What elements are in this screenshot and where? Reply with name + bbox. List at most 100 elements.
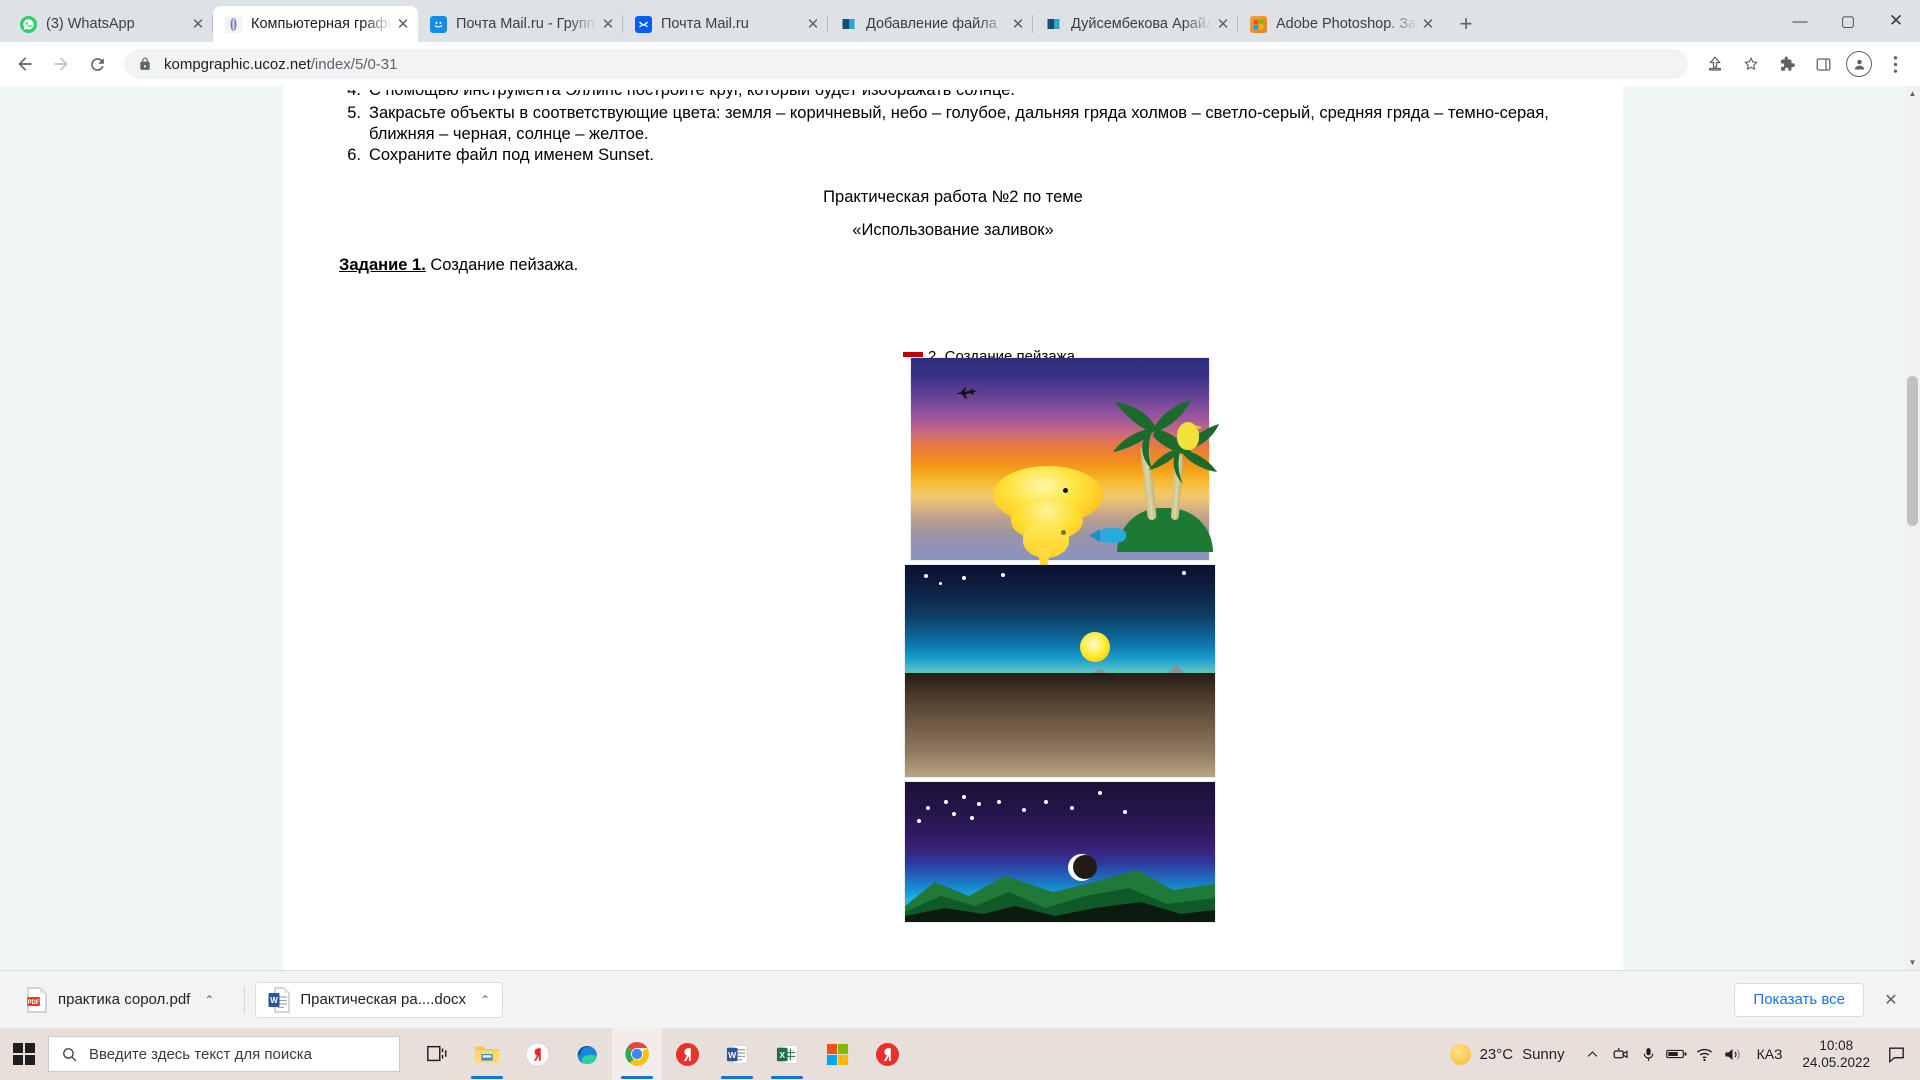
scrollbar-thumb[interactable] xyxy=(1907,376,1918,526)
share-icon[interactable] xyxy=(1698,47,1732,81)
side-panel-icon[interactable] xyxy=(1806,47,1840,81)
file-explorer-icon[interactable] xyxy=(462,1028,512,1080)
tab-strip: (3) WhatsApp ✕ Компьютерная графи ✕ Почт… xyxy=(0,0,1920,42)
weather-condition: Sunny xyxy=(1522,1045,1565,1063)
windows-app-icon xyxy=(1250,15,1267,33)
minimize-button[interactable]: — xyxy=(1776,0,1824,42)
camera-icon[interactable] xyxy=(1607,1028,1635,1080)
url-text: kompgraphic.ucoz.net/index/5/0-31 xyxy=(164,55,398,73)
close-download-bar-icon[interactable]: ✕ xyxy=(1878,987,1904,1013)
tab-mailru[interactable]: Почта Mail.ru ✕ xyxy=(623,6,828,42)
globe-icon xyxy=(225,15,242,33)
weather-widget[interactable]: 23°C Sunny xyxy=(1449,1043,1565,1065)
google-chrome-icon[interactable] xyxy=(612,1028,662,1080)
chevron-up-icon[interactable]: ⌃ xyxy=(480,993,490,1007)
taskbar-app-list: W X xyxy=(412,1028,912,1080)
tab-add-file[interactable]: Добавление файла ✕ xyxy=(828,6,1033,42)
scroll-down-icon[interactable]: ▼ xyxy=(1905,955,1920,970)
task-view-icon[interactable] xyxy=(412,1028,462,1080)
microsoft-edge-icon[interactable] xyxy=(562,1028,612,1080)
image-tropical-sunset-landscape[interactable] xyxy=(911,358,1219,574)
list-text: С помощью инструмента Эллипс постройте к… xyxy=(369,90,1015,99)
tab-title: (3) WhatsApp xyxy=(46,16,135,32)
close-icon[interactable]: ✕ xyxy=(597,13,619,35)
close-icon[interactable]: ✕ xyxy=(187,13,209,35)
svg-text:X: X xyxy=(779,1049,785,1059)
task-1-label: Задание 1. xyxy=(339,256,426,274)
close-icon[interactable]: ✕ xyxy=(1417,13,1439,35)
language-indicator[interactable]: КАЗ xyxy=(1747,1046,1793,1062)
wifi-icon[interactable] xyxy=(1691,1028,1719,1080)
clock-widget[interactable]: 10:08 24.05.2022 xyxy=(1792,1037,1880,1071)
show-all-downloads-button[interactable]: Показать все xyxy=(1734,982,1864,1017)
maximize-button[interactable]: ▢ xyxy=(1824,0,1872,42)
battery-icon[interactable] xyxy=(1663,1028,1691,1080)
chevron-up-icon[interactable] xyxy=(1579,1028,1607,1080)
yandex-second-icon[interactable] xyxy=(862,1028,912,1080)
close-icon[interactable]: ✕ xyxy=(1007,13,1029,35)
new-tab-button[interactable]: + xyxy=(1449,7,1483,41)
close-icon[interactable]: ✕ xyxy=(392,13,414,35)
microsoft-excel-icon[interactable]: X xyxy=(762,1028,812,1080)
scroll-up-icon[interactable]: ▲ xyxy=(1905,86,1920,101)
windows-taskbar: Введите здесь текст для поиска W X 23°C … xyxy=(0,1028,1920,1080)
star-icon[interactable] xyxy=(1734,47,1768,81)
chevron-up-icon[interactable]: ⌃ xyxy=(204,993,214,1007)
download-item-pdf[interactable]: PDF практика сорол.pdf ⌃ xyxy=(14,982,226,1018)
page-scrollbar[interactable]: ▲ ▼ xyxy=(1905,86,1920,970)
three-dot-menu-icon[interactable] xyxy=(1878,47,1912,81)
window-controls: — ▢ ✕ xyxy=(1776,0,1920,42)
weather-temperature: 23°C xyxy=(1479,1045,1514,1063)
ground-shape xyxy=(905,673,1215,777)
windows-start-icon[interactable] xyxy=(0,1028,48,1080)
tab-title: Компьютерная графи xyxy=(251,16,392,32)
tab-title: Почта Mail.ru - Групп xyxy=(456,16,595,32)
close-window-button[interactable]: ✕ xyxy=(1872,0,1920,42)
back-icon[interactable] xyxy=(8,47,42,81)
notification-icon[interactable] xyxy=(1880,1028,1912,1080)
close-icon[interactable]: ✕ xyxy=(1212,13,1234,35)
tab-title: Adobe Photoshop. За xyxy=(1276,16,1417,32)
taskbar-search-input[interactable]: Введите здесь текст для поиска xyxy=(48,1036,400,1072)
book-icon xyxy=(1045,16,1062,33)
list-text: Сохраните файл под именем Sunset. xyxy=(369,146,655,164)
taskbar-date: 24.05.2022 xyxy=(1802,1055,1870,1070)
tab-whatsapp[interactable]: (3) WhatsApp ✕ xyxy=(8,6,213,42)
fish-body xyxy=(1096,528,1126,543)
forward-icon[interactable] xyxy=(44,47,78,81)
mailru-icon xyxy=(635,15,652,33)
volume-icon[interactable] xyxy=(1719,1028,1747,1080)
browser-window: (3) WhatsApp ✕ Компьютерная графи ✕ Почт… xyxy=(0,0,1920,1080)
svg-text:W: W xyxy=(728,1049,737,1059)
toolbar-right-actions xyxy=(1698,47,1912,81)
red-marker xyxy=(903,352,923,357)
puzzle-icon[interactable] xyxy=(1770,47,1804,81)
yandex-icon[interactable] xyxy=(662,1028,712,1080)
address-bar[interactable]: kompgraphic.ucoz.net/index/5/0-31 xyxy=(124,49,1688,79)
practical-work-heading: Практическая работа №2 по теме xyxy=(823,188,1083,206)
list-text: Закрасьте объекты в соответствующие цвет… xyxy=(369,104,1549,143)
photoshop-app-icon[interactable] xyxy=(812,1028,862,1080)
microphone-icon[interactable] xyxy=(1635,1028,1663,1080)
sun-weather-icon xyxy=(1449,1043,1471,1065)
tab-mailru-group[interactable]: Почта Mail.ru - Групп ✕ xyxy=(418,6,623,42)
download-file-name: практика сорол.pdf xyxy=(58,991,191,1008)
lock-icon xyxy=(138,57,152,71)
microsoft-word-icon[interactable]: W xyxy=(712,1028,762,1080)
reload-icon[interactable] xyxy=(80,47,114,81)
sun-dot-lower xyxy=(1061,530,1066,535)
search-placeholder-text: Введите здесь текст для поиска xyxy=(89,1045,312,1063)
yandex-browser-icon[interactable] xyxy=(512,1028,562,1080)
search-icon xyxy=(61,1046,78,1063)
tab-duysembekova[interactable]: Дуйсембекова Арайл ✕ xyxy=(1033,6,1238,42)
download-item-docx[interactable]: W Практическая ра....docx ⌃ xyxy=(255,981,504,1018)
image-mountain-sunset-landscape[interactable] xyxy=(905,565,1215,777)
list-number: 5. xyxy=(347,104,361,122)
profile-avatar-icon[interactable] xyxy=(1842,47,1876,81)
tab-kompgraphic[interactable]: Компьютерная графи ✕ xyxy=(213,6,418,42)
image-night-moon-landscape[interactable] xyxy=(905,782,1215,922)
tab-photoshop[interactable]: Adobe Photoshop. За ✕ xyxy=(1238,6,1443,42)
green-hills xyxy=(905,870,1215,922)
close-icon[interactable]: ✕ xyxy=(802,13,824,35)
download-bar: PDF практика сорол.pdf ⌃ W Практическая … xyxy=(0,970,1920,1028)
